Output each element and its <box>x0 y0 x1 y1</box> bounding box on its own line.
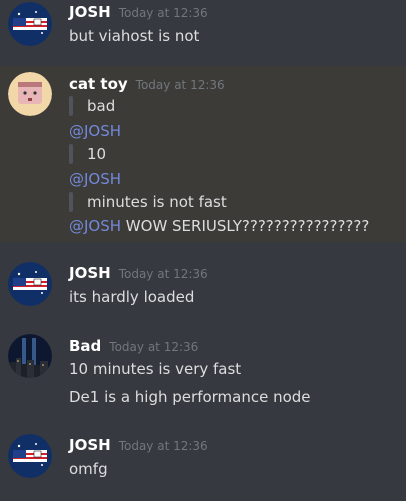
message-text-fragment: WOW SERIUSLY???????????????? <box>121 217 370 235</box>
timestamp: Today at 12:36 <box>118 439 208 453</box>
timestamp: Today at 12:36 <box>118 267 208 281</box>
mention[interactable]: @JOSH <box>69 122 121 140</box>
quote-bar <box>69 96 73 116</box>
message-text: but viahost is not <box>69 27 200 45</box>
flag-avatar-icon <box>8 2 52 46</box>
quote-text: bad <box>87 97 116 115</box>
message-group: JOSH Today at 12:36 but viahost is not <box>0 0 406 58</box>
message-group-highlighted: cat toy Today at 12:36 bad @JOSH 10 @JOSH… <box>0 66 406 242</box>
quote-text: 10 <box>87 145 107 163</box>
message-group: JOSH Today at 12:36 omfg <box>0 430 406 490</box>
message-text: @JOSH WOW SERIUSLY???????????????? <box>69 217 369 235</box>
timestamp: Today at 12:36 <box>118 6 208 20</box>
timestamp: Today at 12:36 <box>135 78 225 92</box>
flag-avatar-icon <box>8 262 52 306</box>
timestamp: Today at 12:36 <box>109 340 199 354</box>
message-text: De1 is a high performance node <box>69 388 311 406</box>
message-group: Bad Today at 12:36 10 minutes is very fas… <box>0 330 406 416</box>
username[interactable]: JOSH Today at 12:36 <box>69 3 208 21</box>
message-text: 10 minutes is very fast <box>69 360 242 378</box>
avatar[interactable] <box>8 334 52 378</box>
avatar[interactable] <box>8 72 52 116</box>
username[interactable]: JOSH Today at 12:36 <box>69 264 208 282</box>
flag-avatar-icon <box>8 434 52 478</box>
avatar[interactable] <box>8 262 52 306</box>
avatar[interactable] <box>8 434 52 478</box>
avatar[interactable] <box>8 2 52 46</box>
username[interactable]: cat toy Today at 12:36 <box>69 75 225 93</box>
quote-text: minutes is not fast <box>87 193 227 211</box>
message-group: JOSH Today at 12:36 its hardly loaded <box>0 258 406 314</box>
message-text: omfg <box>69 460 108 478</box>
mention[interactable]: @JOSH <box>69 170 121 188</box>
quote-bar <box>69 144 73 164</box>
message-text: its hardly loaded <box>69 288 195 306</box>
username[interactable]: Bad Today at 12:36 <box>69 337 198 355</box>
quote-bar <box>69 192 73 212</box>
mention[interactable]: @JOSH <box>69 217 121 235</box>
username[interactable]: JOSH Today at 12:36 <box>69 436 208 454</box>
city-night-avatar-icon <box>8 334 52 378</box>
cat-toy-avatar-icon <box>8 72 52 116</box>
